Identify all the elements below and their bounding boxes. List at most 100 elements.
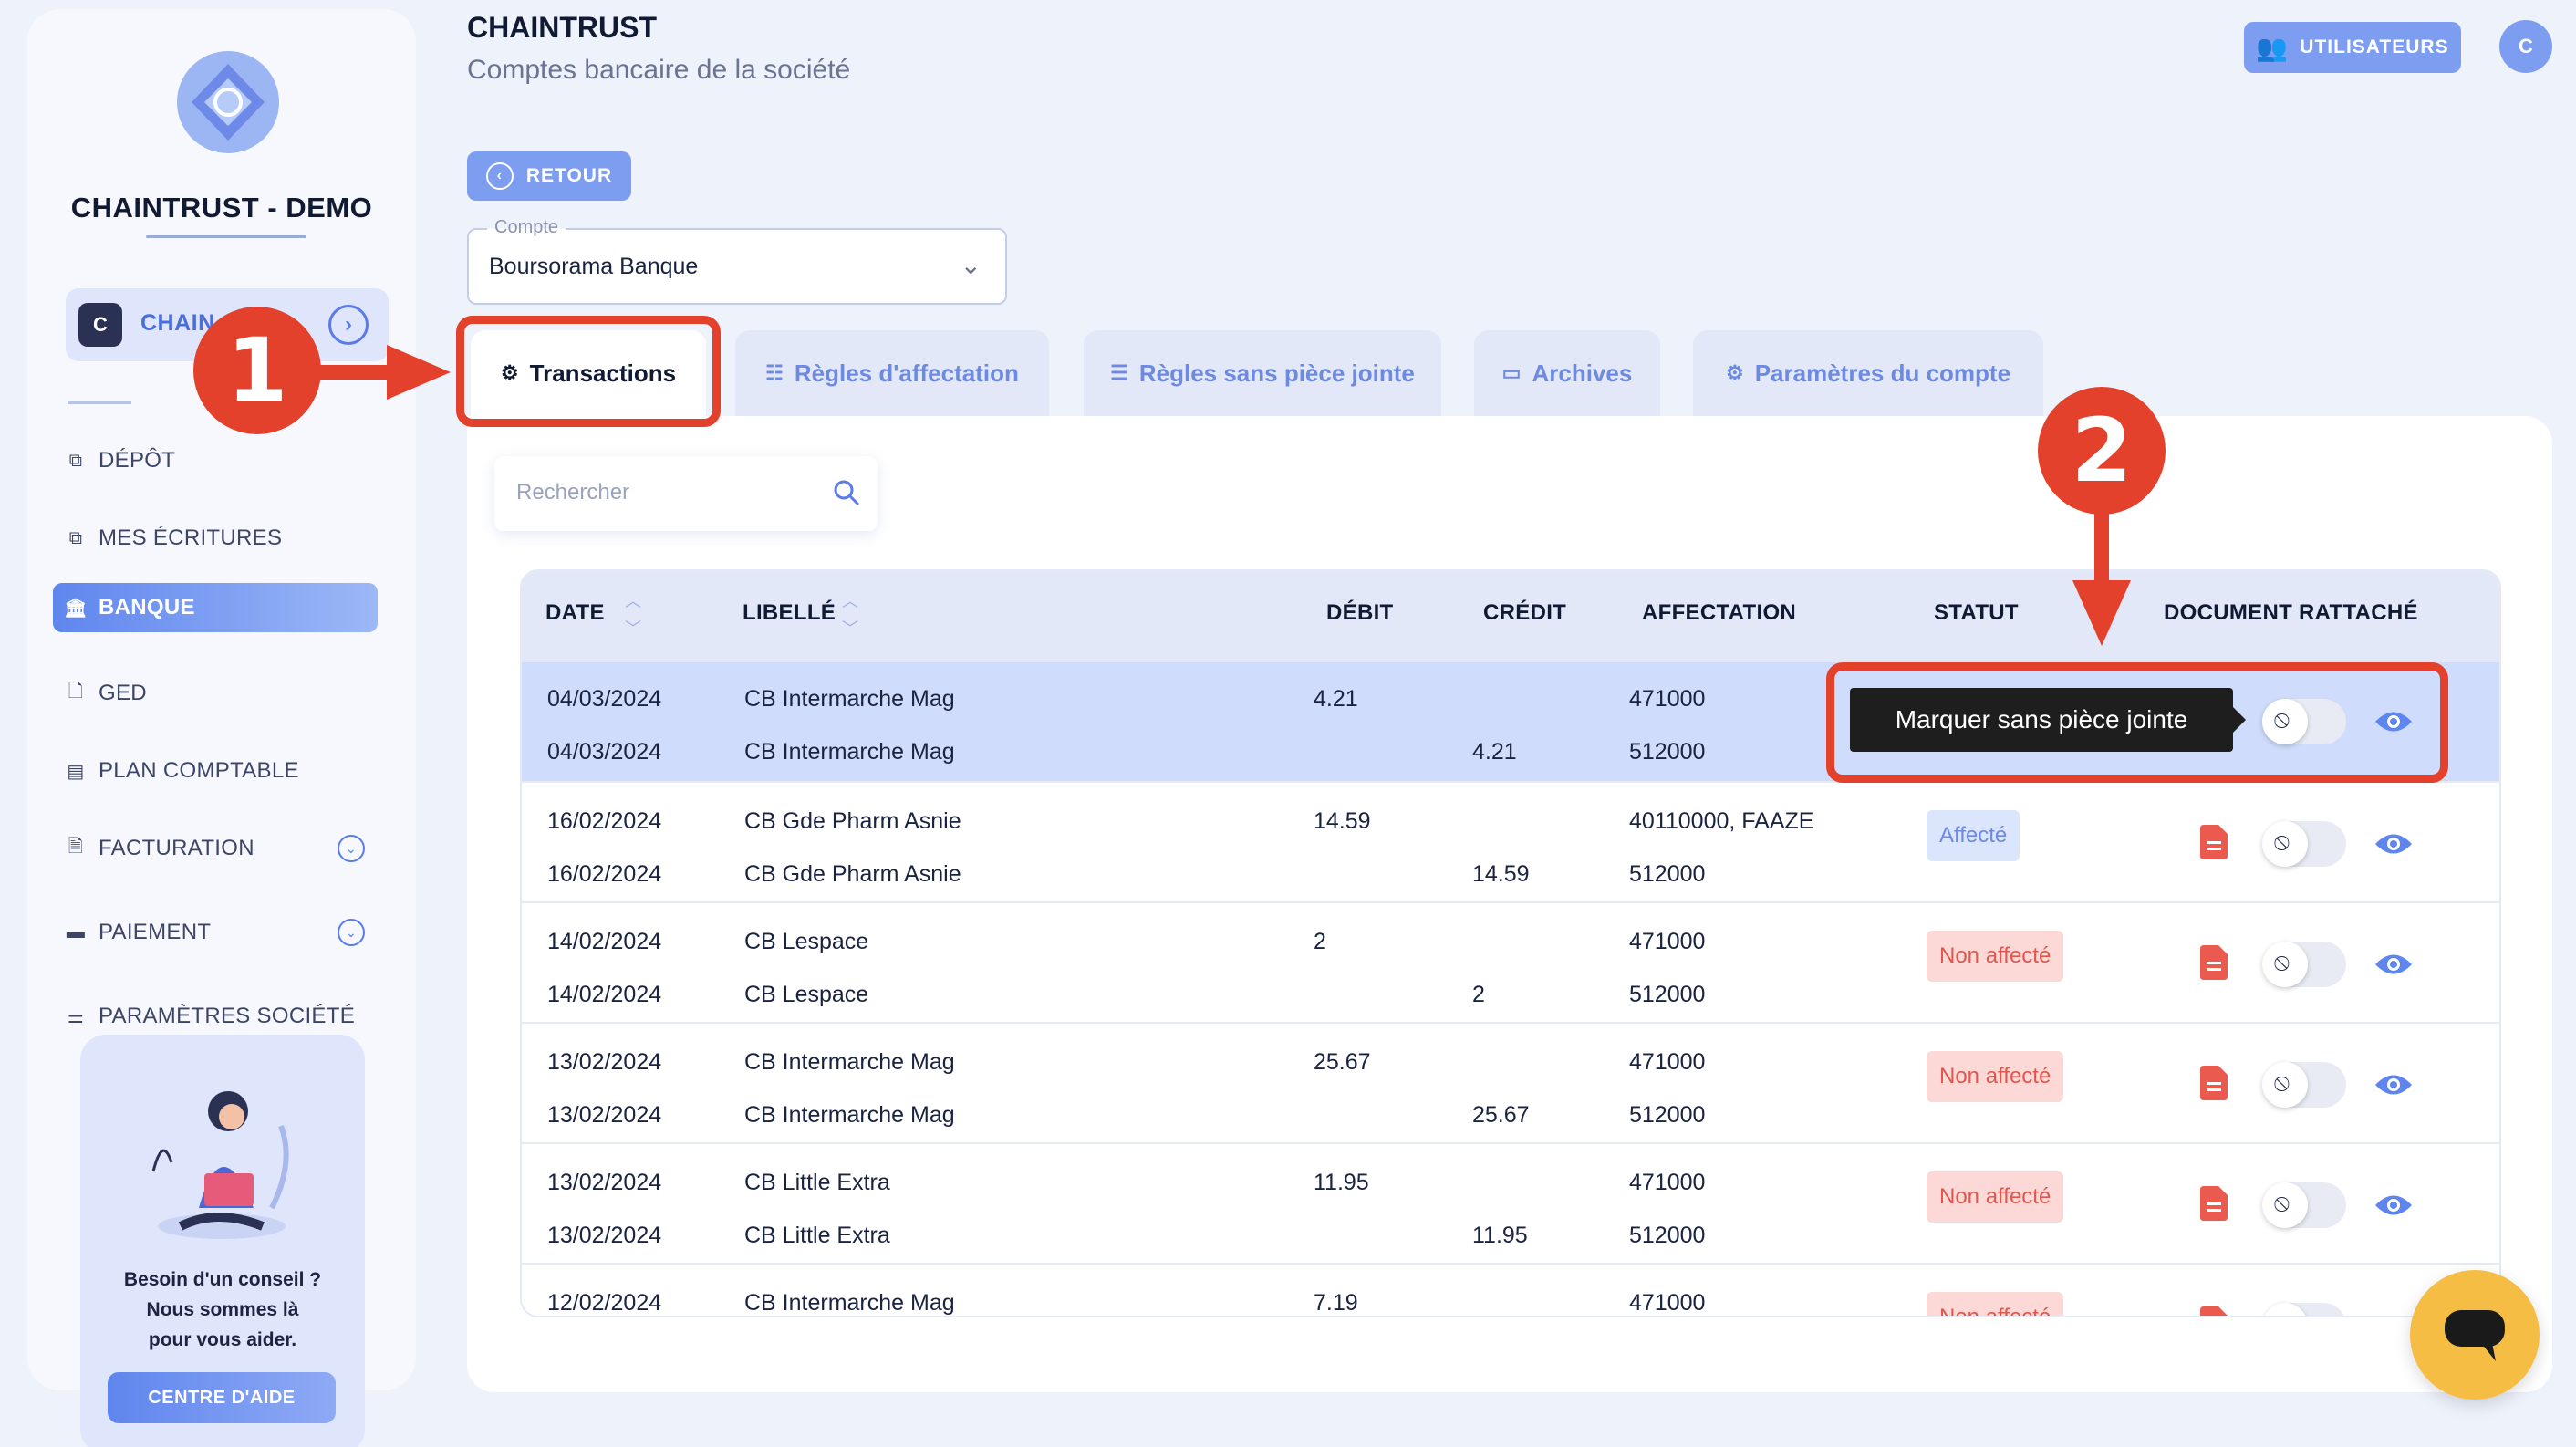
nav-item-banque[interactable]: 🏛 BANQUE: [53, 583, 378, 632]
divider: [68, 401, 131, 404]
table-row[interactable]: 12/02/2024 CB Intermarche Mag 7.19 47100…: [522, 1265, 2499, 1317]
date-cell: 14/02/2024: [547, 929, 662, 954]
help-line: pour vous aider.: [148, 1329, 297, 1350]
no-attachment-toggle[interactable]: ⃠: [2262, 821, 2346, 867]
debit-cell: 25.67: [1314, 1049, 1371, 1075]
sort-icon[interactable]: ︿ ﹀: [839, 588, 861, 642]
users-icon: 👥: [2256, 33, 2290, 62]
status-badge: Non affecté: [1927, 1292, 2064, 1316]
tab-label: Archives: [1532, 359, 1633, 387]
label-cell: CB Intermarche Mag: [744, 1102, 955, 1128]
status-badge: Non affecté: [1927, 931, 2064, 982]
help-line: Besoin d'un conseil ?: [123, 1269, 322, 1290]
chat-button[interactable]: [2410, 1270, 2540, 1400]
avatar[interactable]: C: [2499, 20, 2552, 73]
status-badge: Non affecté: [1927, 1171, 2064, 1223]
eye-icon[interactable]: [2373, 1192, 2414, 1219]
table-row[interactable]: 13/02/2024 CB Intermarche Mag 25.67 4710…: [522, 1024, 2499, 1144]
debit-cell: 7.19: [1314, 1290, 1358, 1316]
label-cell: CB Little Extra: [744, 1223, 890, 1248]
chevron-down-icon[interactable]: ⌄: [338, 835, 365, 862]
column-statut: STATUT: [1934, 600, 2019, 625]
nav-item-plan-comptable[interactable]: ▤ PLAN COMPTABLE: [53, 746, 378, 796]
company-name: CHAINTRUST - DEMO: [70, 192, 373, 224]
divider: [146, 235, 306, 238]
credit-cell: 4.21: [1472, 739, 1517, 765]
no-attachment-toggle[interactable]: ⃠: [2262, 1303, 2346, 1316]
nav-item-mes-ecritures[interactable]: ⧉ MES ÉCRITURES: [53, 514, 378, 563]
search-placeholder: Rechercher: [516, 480, 630, 505]
date-cell: 13/02/2024: [547, 1049, 662, 1075]
search-icon[interactable]: [832, 478, 861, 507]
table-header: DATE ︿ ﹀ LIBELLÉ ︿ ﹀ DÉBIT CRÉDIT AFFECTAT…: [522, 571, 2499, 662]
help-center-button[interactable]: CENTRE D'AIDE: [108, 1372, 336, 1423]
tab-regles-sans-piece[interactable]: ☰ Règles sans pièce jointe: [1084, 330, 1441, 416]
sort-icon[interactable]: ︿ ﹀: [622, 588, 644, 642]
help-message: Besoin d'un conseil ? Nous sommes là pou…: [80, 1265, 365, 1355]
debit-cell: 2: [1314, 929, 1326, 954]
chaintrust-logo-icon: [177, 51, 279, 153]
date-cell: 16/02/2024: [547, 861, 662, 887]
column-date[interactable]: DATE: [545, 600, 605, 626]
credit-cell: 2: [1472, 982, 1485, 1007]
date-cell: 12/02/2024: [547, 1290, 662, 1316]
back-button[interactable]: ‹ RETOUR: [467, 151, 631, 201]
nav-item-label: PARAMÈTRES SOCIÉTÉ: [99, 1004, 356, 1028]
credit-cell: 14.59: [1472, 861, 1530, 887]
affectation-cell: 471000: [1629, 1049, 1706, 1075]
page-title: CHAINTRUST: [467, 11, 657, 44]
pdf-file-icon[interactable]: [2200, 1066, 2228, 1100]
folder-icon: ▭: [1501, 361, 1522, 384]
sliders-icon: ⚌: [67, 1006, 85, 1027]
chevron-down-icon[interactable]: ⌄: [338, 919, 365, 946]
affectation-cell: 512000: [1629, 739, 1706, 765]
affectation-cell: 471000: [1629, 686, 1706, 712]
eye-icon[interactable]: [2373, 951, 2414, 978]
table-row[interactable]: 14/02/2024 CB Lespace 2 471000 14/02/202…: [522, 903, 2499, 1024]
label-cell: CB Lespace: [744, 929, 869, 954]
date-cell: 16/02/2024: [547, 808, 662, 834]
rules-list-icon: ☷: [765, 361, 784, 384]
affectation-cell: 512000: [1629, 982, 1706, 1007]
no-attachment-toggle[interactable]: ⃠: [2262, 1062, 2346, 1108]
users-button[interactable]: 👥 UTILISATEURS: [2244, 22, 2461, 73]
nav-item-label: PLAN COMPTABLE: [99, 758, 299, 783]
nav-item-label: BANQUE: [99, 595, 195, 619]
no-attachment-toggle[interactable]: ⃠: [2262, 1182, 2346, 1228]
pdf-file-icon[interactable]: [2200, 1306, 2228, 1317]
nav-item-paiement[interactable]: ▬ PAIEMENT ⌄: [53, 908, 378, 957]
search-field[interactable]: Rechercher: [494, 456, 878, 531]
pdf-file-icon[interactable]: [2200, 825, 2228, 859]
invoice-icon: 🗎: [68, 837, 84, 857]
account-select[interactable]: Compte Boursorama Banque ⌄: [467, 217, 1007, 305]
eye-icon[interactable]: [2373, 1071, 2414, 1098]
no-attachment-toggle[interactable]: ⃠: [2262, 942, 2346, 987]
credit-cell: 25.67: [1472, 1102, 1530, 1128]
tab-regles-affectation[interactable]: ☷ Règles d'affectation: [735, 330, 1049, 416]
pdf-file-icon[interactable]: [2200, 945, 2228, 980]
settings-icon: ⚙: [1725, 361, 1744, 384]
debit-cell: 11.95: [1314, 1170, 1369, 1195]
nav-item-depot[interactable]: ⧉ DÉPÔT: [53, 436, 378, 485]
tab-parametres-compte[interactable]: ⚙ Paramètres du compte: [1693, 330, 2043, 416]
nav-item-parametres-societe[interactable]: ⚌ PARAMÈTRES SOCIÉTÉ: [53, 992, 378, 1041]
card-icon: ▬: [66, 921, 86, 942]
person-laptop-illustration-icon: [151, 1091, 289, 1239]
column-libelle[interactable]: LIBELLÉ: [743, 600, 836, 626]
tab-archives[interactable]: ▭ Archives: [1474, 330, 1660, 416]
table-row[interactable]: 16/02/2024 CB Gde Pharm Asnie 14.59 4011…: [522, 783, 2499, 903]
date-cell: 14/02/2024: [547, 982, 662, 1007]
nav-item-ged[interactable]: 🗋 GED: [53, 669, 378, 718]
table-row[interactable]: 13/02/2024 CB Little Extra 11.95 471000 …: [522, 1144, 2499, 1265]
pdf-file-icon[interactable]: [2200, 1186, 2228, 1221]
sidebar: CHAINTRUST - DEMO C CHAIN › ⧉ DÉPÔT ⧉ ME…: [27, 9, 416, 1447]
highlight-box-document-actions: [1826, 662, 2448, 783]
label-cell: CB Intermarche Mag: [744, 739, 955, 765]
label-cell: CB Gde Pharm Asnie: [744, 808, 961, 834]
chevron-right-icon[interactable]: ›: [328, 305, 369, 345]
label-cell: CB Little Extra: [744, 1170, 890, 1195]
affectation-cell: 512000: [1629, 861, 1706, 887]
eye-icon[interactable]: [2373, 830, 2414, 858]
tab-label: Paramètres du compte: [1754, 359, 2011, 387]
nav-item-facturation[interactable]: 🗎 FACTURATION ⌄: [53, 824, 378, 873]
